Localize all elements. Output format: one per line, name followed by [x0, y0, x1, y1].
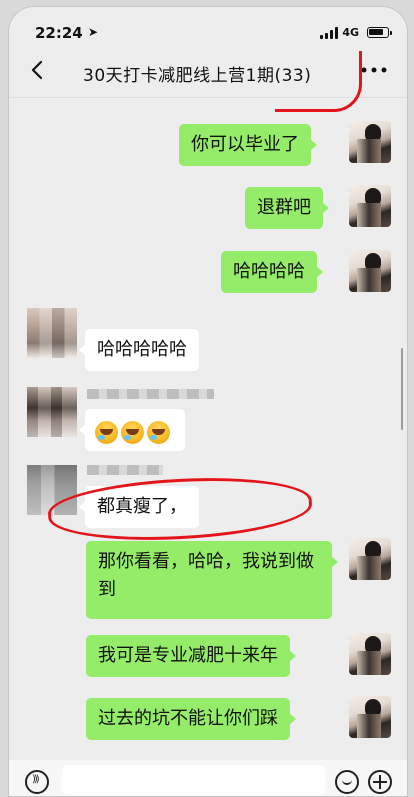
message-bubble-outgoing[interactable]: 你可以毕业了 — [179, 124, 317, 166]
more-options-icon[interactable] — [359, 59, 389, 81]
battery-icon — [367, 27, 392, 38]
red-annotation-stroke — [275, 51, 362, 112]
member-nickname — [87, 389, 214, 399]
network-type: 4G — [342, 26, 359, 39]
my-avatar[interactable] — [349, 250, 391, 292]
add-more-icon[interactable] — [368, 770, 392, 794]
message-bubble-outgoing[interactable]: 过去的坑不能让你们踩 — [86, 698, 296, 740]
my-avatar[interactable] — [349, 121, 391, 163]
my-avatar[interactable] — [349, 696, 391, 738]
message-bubble-incoming[interactable]: 哈哈哈哈哈 — [79, 329, 199, 371]
message-bubble-outgoing[interactable]: 我可是专业减肥十来年 — [86, 635, 296, 677]
message-bubble-outgoing[interactable]: 哈哈哈哈 — [221, 251, 323, 293]
my-avatar[interactable] — [349, 185, 391, 227]
status-time: 22:24 — [35, 24, 83, 42]
member-avatar[interactable] — [27, 308, 77, 358]
signal-icon — [320, 27, 338, 39]
phone-screen: 22:24 ➤ 4G 30天打卡减肥线上营1期(33) 你可以毕业了 退群吧 哈… — [8, 6, 408, 797]
message-bubble-outgoing[interactable]: 那你看看，哈哈，我说到做到 — [86, 541, 338, 619]
location-arrow-icon: ➤ — [88, 25, 99, 39]
message-input[interactable] — [62, 765, 325, 795]
voice-input-icon[interactable] — [25, 770, 49, 794]
laughing-crying-emoji-icon — [147, 420, 170, 444]
scrollbar[interactable] — [401, 348, 403, 430]
laughing-crying-emoji-icon — [121, 420, 144, 444]
laughing-crying-emoji-icon — [95, 420, 118, 444]
my-avatar[interactable] — [349, 538, 391, 580]
status-bar: 22:24 ➤ 4G — [9, 7, 407, 47]
member-avatar[interactable] — [27, 387, 77, 437]
my-avatar[interactable] — [349, 633, 391, 675]
message-bubble-outgoing[interactable]: 退群吧 — [245, 187, 329, 229]
emoji-icon[interactable] — [335, 770, 359, 794]
member-nickname — [87, 465, 163, 475]
red-annotation-circle — [46, 472, 314, 546]
input-bar — [9, 760, 407, 796]
back-icon[interactable] — [27, 59, 49, 81]
message-bubble-incoming[interactable] — [79, 409, 185, 451]
